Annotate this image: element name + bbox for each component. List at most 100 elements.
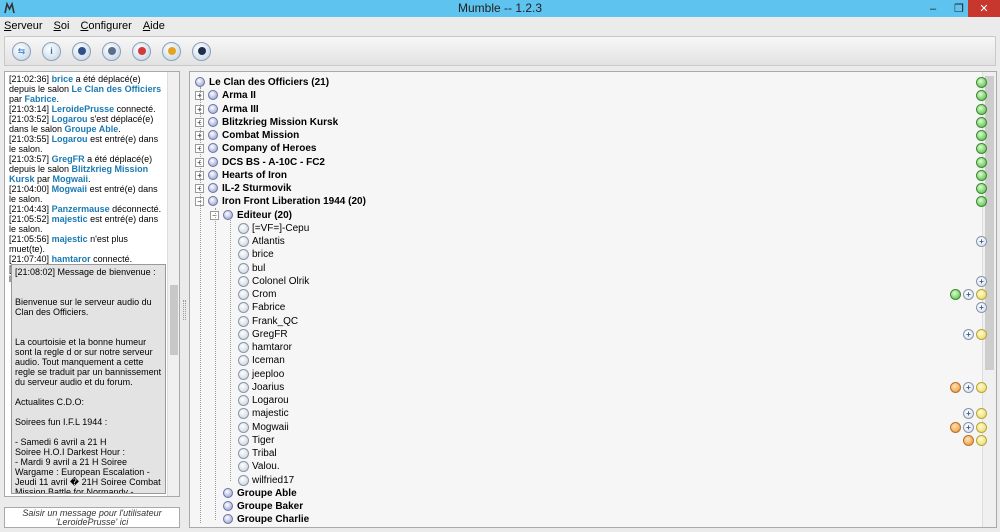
settings-button[interactable] — [192, 41, 211, 61]
tree-channel[interactable]: Groupe Baker — [190, 500, 982, 513]
tree-user[interactable]: Mogwaii + — [190, 421, 987, 434]
channel-icon — [208, 169, 218, 180]
chat-line: [21:02:36] brice a été déplacé(e) depuis… — [9, 74, 164, 104]
chat-log[interactable]: [21:02:36] brice a été déplacé(e) depuis… — [4, 71, 180, 497]
chat-timestamp: [21:03:52] — [9, 114, 50, 124]
tree-user[interactable]: jeeploo — [190, 368, 982, 381]
close-button[interactable]: ✕ — [968, 0, 1000, 17]
chat-scrollbar-thumb[interactable] — [170, 285, 178, 355]
chat-user-link[interactable]: Logarou — [52, 114, 88, 124]
chat-user-link[interactable]: Mogwaii — [53, 174, 89, 184]
tree-channel[interactable]: + Hearts of Iron — [190, 169, 987, 182]
tree-user[interactable]: bul — [190, 262, 982, 275]
user-talk-icon — [238, 262, 249, 274]
info-icon: i — [50, 46, 53, 56]
menu-configurer[interactable]: Configurer — [80, 20, 131, 32]
chat-timestamp: [21:04:43] — [9, 204, 50, 214]
channel-icon — [208, 103, 218, 114]
tree-channel[interactable]: Groupe Able — [190, 487, 982, 500]
chat-user-link[interactable]: Logarou — [52, 134, 88, 144]
channel-tree[interactable]: Le Clan des Officiers (21) + Arma II + Arma … — [189, 71, 997, 528]
chat-user-link[interactable]: majestic — [52, 234, 88, 244]
chat-user-link[interactable]: Panzermause — [52, 204, 110, 214]
tree-subchannel[interactable]: − Editeur (20) — [190, 209, 982, 222]
chat-user-link[interactable]: Mogwaii — [52, 184, 88, 194]
tree-user[interactable]: Frank_QC — [190, 315, 982, 328]
comment-icon: + — [963, 381, 974, 393]
tree-user[interactable]: wilfried17 — [190, 474, 982, 487]
chat-line: [21:03:57] GregFR a été déplacé(e) depui… — [9, 154, 164, 184]
tree-channel[interactable]: + Arma III — [190, 103, 987, 116]
mute-microphone-icon — [77, 47, 86, 55]
chat-user-link[interactable]: majestic — [52, 214, 88, 224]
pane-splitter-handle[interactable] — [183, 300, 186, 320]
tree-user[interactable]: Iceman — [190, 354, 982, 367]
chat-timestamp: [21:03:57] — [9, 154, 50, 164]
message-input[interactable]: Saisir un message pour l'utilisateur 'Le… — [4, 507, 180, 528]
comment-button[interactable] — [162, 41, 181, 61]
chat-channel-link[interactable]: Le Clan des Officiers — [72, 84, 162, 94]
tree-user[interactable]: [=VF=]-Cepu — [190, 222, 982, 235]
menu-soi[interactable]: Soi — [54, 20, 70, 32]
connect-button[interactable]: ⇆ — [12, 41, 31, 61]
tree-channel[interactable]: + Arma II — [190, 89, 987, 102]
record-icon — [137, 47, 146, 55]
chat-user-link[interactable]: brice — [52, 74, 74, 84]
comment-icon: + — [976, 236, 987, 247]
mute-microphone-button[interactable] — [72, 41, 91, 61]
chat-timestamp: [21:05:52] — [9, 214, 50, 224]
comment-icon: + — [963, 421, 974, 433]
tree-channel[interactable]: − Iron Front Liberation 1944 (20) — [190, 195, 987, 208]
menu-aide[interactable]: Aide — [143, 20, 165, 32]
tree-channel[interactable]: + Company of Heroes — [190, 142, 987, 155]
tree-user[interactable]: Fabrice + — [190, 301, 987, 314]
channel-name: IL-2 Sturmovik — [222, 183, 292, 194]
tree-user[interactable]: Atlantis + — [190, 235, 987, 248]
tree-user[interactable]: majestic + — [190, 407, 987, 420]
user-talk-icon — [238, 222, 249, 234]
tree-channel[interactable]: Groupe Charlie — [190, 513, 982, 526]
channel-icon — [208, 183, 218, 193]
menu-serveur[interactable]: Serveur — [4, 20, 43, 32]
tree-user[interactable]: brice — [190, 248, 982, 261]
deafen-button[interactable] — [102, 41, 121, 61]
channel-status-icon — [976, 103, 987, 115]
tree-channel[interactable]: + DCS BS - A-10C - FC2 — [190, 156, 987, 169]
user-talk-icon — [238, 421, 249, 433]
info-button[interactable]: i — [42, 41, 61, 61]
chat-line: [21:03:55] Logarou est entré(e) dans le … — [9, 134, 164, 154]
tree-user[interactable]: Tiger — [190, 434, 987, 447]
tree-user[interactable]: GregFR + — [190, 328, 987, 341]
chat-user-link[interactable]: Fabrice — [25, 94, 57, 104]
user-name: Atlantis — [252, 236, 285, 247]
record-button[interactable] — [132, 41, 151, 61]
tree-user[interactable]: Joarius + — [190, 381, 987, 394]
tree-user[interactable]: Valou. — [190, 460, 982, 473]
tree-user[interactable]: Colonel Olrik + — [190, 275, 987, 288]
tree-channel[interactable]: + Blitzkrieg Mission Kursk — [190, 116, 987, 129]
minimize-button[interactable]: – — [920, 0, 946, 17]
chat-text: . — [118, 124, 121, 134]
tree-guide-line — [230, 219, 231, 481]
user-talk-icon — [238, 474, 249, 486]
channel-status-icon — [976, 183, 987, 194]
user-talk-icon — [238, 289, 249, 300]
user-talk-icon — [238, 315, 249, 327]
chat-user-link[interactable]: GregFR — [52, 154, 85, 164]
tree-user[interactable]: hamtaror — [190, 341, 982, 354]
tree-root-channel[interactable]: Le Clan des Officiers (21) — [190, 76, 987, 89]
tree-guide-line — [200, 87, 201, 524]
channel-status-icon — [950, 289, 961, 300]
channel-icon — [208, 156, 218, 167]
chat-timestamp: [21:05:56] — [9, 234, 50, 244]
tree-user[interactable]: Logarou — [190, 394, 982, 407]
tree-user[interactable]: Tribal — [190, 447, 982, 460]
chat-user-link[interactable]: hamtaror — [52, 254, 91, 264]
chat-scrollbar[interactable] — [167, 72, 179, 496]
tree-user[interactable]: Crom + — [190, 288, 987, 301]
tree-channel[interactable]: + Combat Mission — [190, 129, 987, 142]
chat-channel-link[interactable]: Groupe Able — [65, 124, 119, 134]
channel-icon — [223, 501, 233, 511]
tree-channel[interactable]: + IL-2 Sturmovik — [190, 182, 987, 195]
chat-user-link[interactable]: LeroidePrusse — [52, 104, 115, 114]
